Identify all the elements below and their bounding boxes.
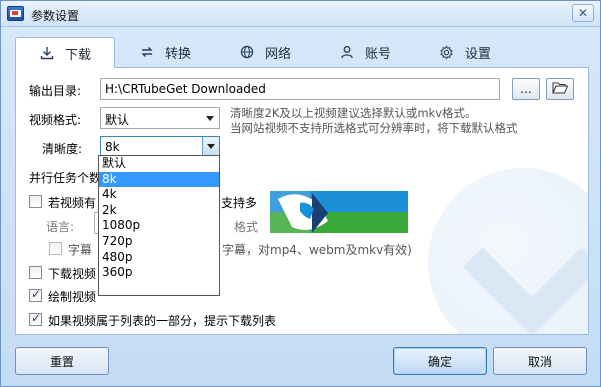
window-title: 参数设置 bbox=[31, 9, 80, 23]
resolution-label: 清晰度: bbox=[42, 142, 83, 156]
playlist-prompt-label: 如果视频属于列表的一部分，提示下载列表 bbox=[48, 314, 277, 328]
app-icon bbox=[7, 6, 24, 21]
tab-label: 网络 bbox=[264, 46, 291, 62]
tab-label: 账号 bbox=[364, 46, 391, 62]
cancel-label: 取消 bbox=[527, 354, 552, 369]
download-icon bbox=[39, 45, 55, 61]
dropdown-button[interactable] bbox=[202, 137, 219, 157]
draw-thumbnail-checkbox[interactable] bbox=[29, 287, 42, 302]
tab-account[interactable]: 账号 bbox=[315, 37, 415, 67]
video-format-label: 视频格式: bbox=[29, 113, 82, 127]
chevron-down-icon bbox=[207, 144, 215, 149]
folder-open-icon bbox=[552, 81, 569, 97]
tab-settings[interactable]: 设置 bbox=[415, 37, 515, 67]
tab-label: 转换 bbox=[164, 46, 191, 62]
gear-icon bbox=[439, 44, 455, 60]
resolution-value: 8k bbox=[105, 140, 120, 154]
tab-download[interactable]: 下载 bbox=[15, 37, 115, 68]
close-icon: ✕ bbox=[577, 6, 589, 20]
dropdown-option[interactable]: 480p bbox=[99, 250, 219, 266]
embed-subtitle-label-start: 字幕 bbox=[68, 243, 93, 257]
playlist-prompt-checkbox[interactable] bbox=[29, 311, 42, 326]
download-cover-checkbox[interactable] bbox=[29, 266, 42, 279]
dropdown-option[interactable]: 1080p bbox=[99, 218, 219, 234]
dropdown-option[interactable]: 720p bbox=[99, 234, 219, 250]
embed-subtitle-label-end: 字幕，对mp4、webm及mkv有效) bbox=[222, 243, 412, 257]
language-label: 语言: bbox=[46, 220, 75, 234]
subtitle-label-end: 支持多 bbox=[221, 196, 258, 210]
resolution-dropdown-list: 默认 8k 4k 2k 1080p 720p 480p 360p bbox=[98, 155, 220, 296]
browse-button[interactable]: ... bbox=[512, 78, 540, 100]
open-folder-button[interactable] bbox=[546, 78, 574, 100]
close-button[interactable]: ✕ bbox=[572, 4, 594, 22]
ok-label: 确定 bbox=[427, 354, 452, 369]
video-format-select[interactable]: 默认 bbox=[100, 107, 220, 129]
tab-network[interactable]: 网络 bbox=[215, 37, 315, 67]
tab-convert[interactable]: 转换 bbox=[115, 37, 215, 67]
browse-label: ... bbox=[520, 82, 532, 96]
dropdown-option-selected[interactable]: 8k bbox=[99, 171, 219, 188]
video-format-value: 默认 bbox=[105, 113, 130, 127]
convert-icon bbox=[139, 44, 155, 60]
embed-subtitle-checkbox[interactable] bbox=[49, 242, 62, 255]
dropdown-option[interactable]: 默认 bbox=[99, 156, 219, 172]
background-watermark bbox=[428, 168, 588, 334]
tab-bar: 下载 转换 网络 账号 设置 bbox=[15, 37, 589, 68]
parallel-tasks-label: 并行任务个数 bbox=[29, 171, 102, 185]
format-hint-2: 当网站视频不支持所选格式可分辨率时，将下载默认格式 bbox=[230, 121, 518, 135]
dropdown-option[interactable]: 360p bbox=[99, 265, 219, 281]
cancel-button[interactable]: 取消 bbox=[493, 347, 587, 375]
tab-label: 下载 bbox=[64, 47, 91, 63]
output-dir-input[interactable]: H:\CRTubeGet Downloaded bbox=[100, 78, 500, 100]
dropdown-option[interactable]: 2k bbox=[99, 203, 219, 219]
globe-icon bbox=[239, 44, 255, 60]
subtitle-format-label: 格式 bbox=[234, 220, 259, 234]
subtitle-checkbox[interactable] bbox=[29, 195, 42, 208]
chevron-down-icon bbox=[206, 116, 214, 121]
draw-thumbnail-label: 绘制视频 bbox=[48, 290, 97, 304]
app-logo-image bbox=[270, 191, 408, 233]
reset-button[interactable]: 重置 bbox=[15, 347, 109, 375]
download-cover-label: 下载视频 bbox=[48, 267, 97, 281]
dropdown-option[interactable]: 4k bbox=[99, 187, 219, 203]
subtitle-label-start: 若视频有 bbox=[48, 196, 97, 210]
settings-dialog: 参数设置 ✕ 下载 转换 网络 账号 设置 输出目录: H:\CRTubeGet… bbox=[0, 0, 601, 387]
format-hint-1: 清晰度2K及以上视频建议选择默认或mkv格式。 bbox=[230, 106, 477, 120]
tab-label: 设置 bbox=[464, 46, 491, 62]
user-icon bbox=[339, 44, 355, 60]
reset-label: 重置 bbox=[49, 354, 74, 369]
output-dir-label: 输出目录: bbox=[29, 84, 82, 98]
title-bar: 参数设置 ✕ bbox=[1, 1, 600, 27]
ok-button[interactable]: 确定 bbox=[393, 347, 487, 375]
